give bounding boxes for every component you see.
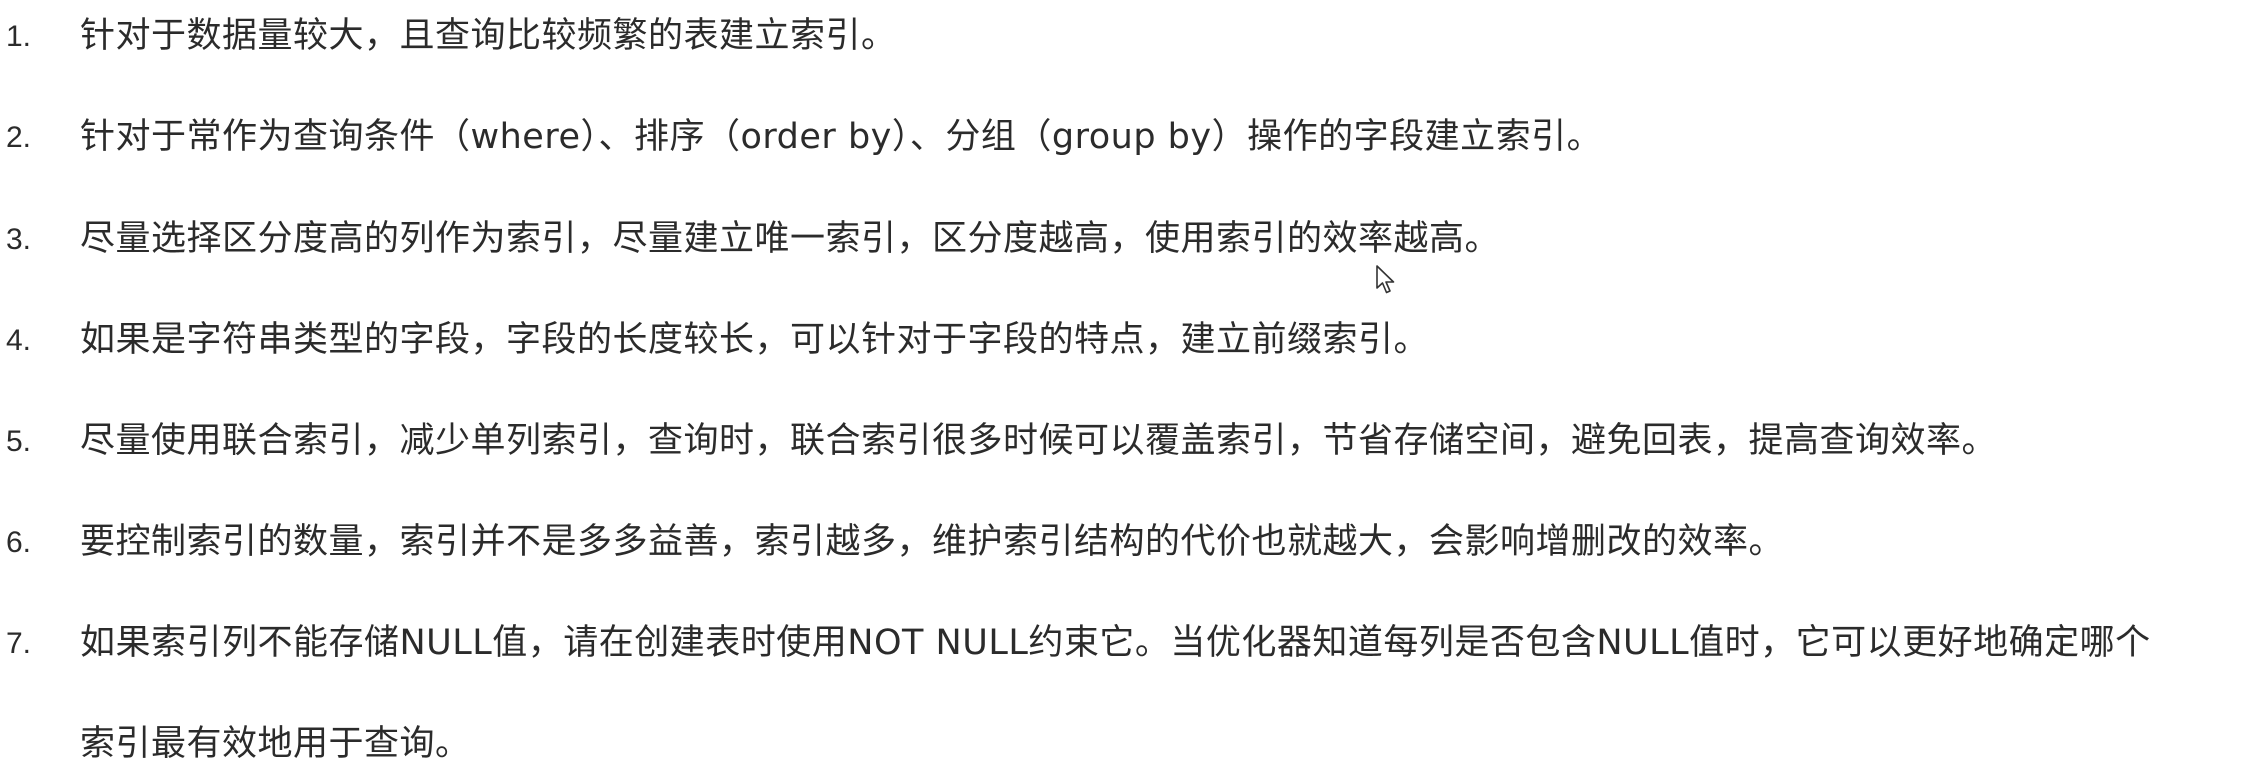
item-text: 针对于数据量较大，且查询比较频繁的表建立索引。 [80, 16, 897, 56]
item-text: 尽量使用联合索引，减少单列索引，查询时，联合索引很多时候可以覆盖索引，节省存储空… [80, 421, 1998, 461]
item-text: 尽量选择区分度高的列作为索引，尽量建立唯一索引，区分度越高，使用索引的效率越高。 [80, 219, 1501, 259]
item-number: 3. [6, 223, 32, 256]
item-number: 2. [6, 121, 32, 154]
item-number: 6. [6, 526, 32, 559]
item-text: 针对于常作为查询条件（where）、排序（order by）、分组（group … [80, 117, 1603, 157]
guideline-list: 1. 针对于数据量较大，且查询比较频繁的表建立索引。 2. 针对于常作为查询条件… [0, 0, 2266, 762]
item-text-continuation: 索引最有效地用于查询。 [80, 724, 471, 764]
item-number: 7. [6, 627, 32, 660]
item-number: 4. [6, 324, 32, 357]
item-text: 如果索引列不能存储NULL值，请在创建表时使用NOT NULL约束它。当优化器知… [80, 623, 2151, 663]
item-text: 要控制索引的数量，索引并不是多多益善，索引越多，维护索引结构的代价也就越大，会影… [80, 522, 1785, 562]
item-number: 1. [6, 20, 32, 53]
mouse-pointer-icon [1376, 265, 1395, 294]
item-number: 5. [6, 425, 32, 458]
item-text: 如果是字符串类型的字段，字段的长度较长，可以针对于字段的特点，建立前缀索引。 [80, 320, 1430, 360]
